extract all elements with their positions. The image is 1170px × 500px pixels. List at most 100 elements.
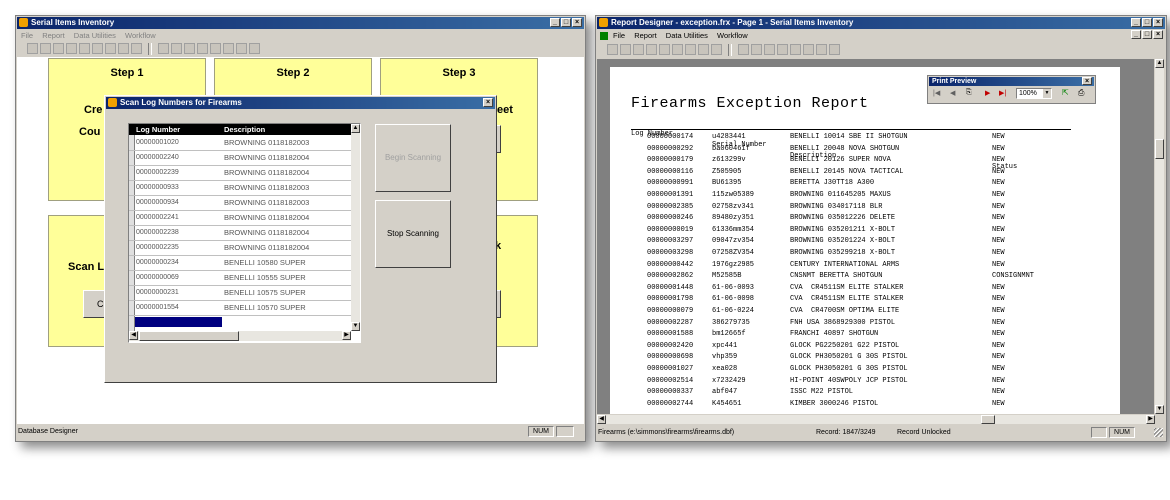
report-tool-icon[interactable] <box>184 43 195 54</box>
col-description-header[interactable]: Description <box>224 124 265 135</box>
menu-data-utilities[interactable]: Data Utilities <box>74 31 116 40</box>
goto-page-icon[interactable]: ⎘ <box>966 89 972 97</box>
data-tool-icon[interactable] <box>197 43 208 54</box>
rd-menu-data-utilities[interactable]: Data Utilities <box>666 31 708 40</box>
prev-page-icon[interactable]: ◀ <box>950 89 955 97</box>
rd-scroll-up-arrow[interactable]: ▲ <box>1155 59 1164 68</box>
grid-vertical-scrollbar[interactable]: ▲ ▼ <box>351 124 360 331</box>
zoom-select[interactable]: 100% ▼ <box>1016 88 1052 99</box>
table-row[interactable]: 00000002239 BROWNING 0118182004 <box>129 165 351 181</box>
rd-print-tool-icon[interactable] <box>698 44 709 55</box>
table-row[interactable]: 00000001554 BENELLI 10570 SUPER <box>129 300 351 316</box>
scroll-left-arrow[interactable]: ◀ <box>129 331 138 340</box>
rd-data-tool-icon[interactable] <box>777 44 788 55</box>
rd-undo-tool-icon[interactable] <box>672 44 683 55</box>
table-row[interactable]: 00000000234 BENELLI 10580 SUPER <box>129 255 351 271</box>
maximize-button[interactable]: □ <box>561 18 571 27</box>
print-tool-icon[interactable] <box>118 43 129 54</box>
print-preview-title-bar[interactable]: Print Preview × <box>929 77 1094 86</box>
menu-report[interactable]: Report <box>42 31 65 40</box>
rd-doc-minimize-button[interactable]: _ <box>1131 30 1141 39</box>
table-row[interactable]: 00000002235 BROWNING 0118182004 <box>129 240 351 256</box>
grid-tool-icon[interactable] <box>171 43 182 54</box>
minimize-button[interactable]: _ <box>550 18 560 27</box>
copy-tool-icon[interactable] <box>66 43 77 54</box>
table-row[interactable]: 00000000933 BROWNING 0118182003 <box>129 180 351 196</box>
rd-scroll-thumb[interactable] <box>1155 139 1164 159</box>
close-preview-icon[interactable]: ⇱ <box>1062 88 1069 97</box>
rd-scroll-right-arrow[interactable]: ▶ <box>1146 415 1155 424</box>
rd-wizard-tool-icon[interactable] <box>790 44 801 55</box>
scroll-down-arrow[interactable]: ▼ <box>351 322 360 331</box>
rd-paste-tool-icon[interactable] <box>659 44 670 55</box>
wizard-tool-icon[interactable] <box>210 43 221 54</box>
menu-workflow[interactable]: Workflow <box>125 31 156 40</box>
table-row[interactable]: 00000000934 BROWNING 0118182003 <box>129 195 351 211</box>
rd-copy-tool-icon[interactable] <box>646 44 657 55</box>
grid-horizontal-scrollbar[interactable]: ◀ ▶ <box>129 331 351 341</box>
next-page-icon[interactable]: ▶ <box>985 89 990 97</box>
dialog-title-bar[interactable]: Scan Log Numbers for Firearms × <box>106 97 495 109</box>
rd-stop-tool-icon[interactable] <box>711 44 722 55</box>
rd-doc-close-button[interactable]: × <box>1153 30 1163 39</box>
stop-scanning-button[interactable]: Stop Scanning <box>375 200 451 268</box>
table-row[interactable]: 00000000231 BENELLI 10575 SUPER <box>129 285 351 301</box>
rd-grid-tool-icon[interactable] <box>751 44 762 55</box>
rd-maximize-button[interactable]: □ <box>1142 18 1152 27</box>
table-row[interactable]: 00000000069 BENELLI 10555 SUPER <box>129 270 351 286</box>
rd-menu-workflow[interactable]: Workflow <box>717 31 748 40</box>
report-row: 00000000174 u4283441 BENELLI 10014 SBE II … <box>610 132 1120 143</box>
rd-hscroll-thumb[interactable] <box>981 415 995 424</box>
rd-redo-tool-icon[interactable] <box>685 44 696 55</box>
begin-scanning-button[interactable]: Begin Scanning <box>375 124 451 192</box>
print-preview-close-button[interactable]: × <box>1082 77 1092 85</box>
scroll-thumb[interactable] <box>139 331 239 341</box>
rd-menu-report[interactable]: Report <box>634 31 657 40</box>
rd-layout-tool-icon[interactable] <box>816 44 827 55</box>
help-tool-icon[interactable] <box>249 43 260 54</box>
rd-close-button[interactable]: × <box>1153 18 1163 27</box>
rd-menu-file[interactable]: File <box>613 31 625 40</box>
rd-window-tool-icon[interactable] <box>803 44 814 55</box>
rd-form-tool-icon[interactable] <box>738 44 749 55</box>
table-row[interactable]: 00000002240 BROWNING 0118182004 <box>129 150 351 166</box>
undo-tool-icon[interactable] <box>92 43 103 54</box>
new-tool-icon[interactable] <box>27 43 38 54</box>
menu-file[interactable]: File <box>21 31 33 40</box>
col-log-number-header[interactable]: Log Number <box>136 124 180 135</box>
resize-grip-icon[interactable] <box>1154 428 1163 437</box>
table-row[interactable]: 00000001020 BROWNING 0118182003 <box>129 135 351 151</box>
rd-horizontal-scrollbar[interactable]: ◀ ▶ <box>597 415 1155 424</box>
first-page-icon[interactable]: |◀ <box>933 89 940 97</box>
rd-scroll-down-arrow[interactable]: ▼ <box>1155 405 1164 414</box>
rd-title-bar[interactable]: Report Designer - exception.frx - Page 1… <box>597 17 1165 29</box>
close-button[interactable]: × <box>572 18 582 27</box>
print-icon[interactable]: ⎙ <box>1078 88 1084 98</box>
paste-tool-icon[interactable] <box>79 43 90 54</box>
title-bar[interactable]: Serial Items Inventory _ □ × <box>17 17 584 29</box>
redo-tool-icon[interactable] <box>105 43 116 54</box>
rd-report-tool-icon[interactable] <box>764 44 775 55</box>
rd-help-tool-icon[interactable] <box>829 44 840 55</box>
table-row[interactable]: 00000002238 BROWNING 0118182004 <box>129 225 351 241</box>
table-row[interactable]: 00000002241 BROWNING 0118182004 <box>129 210 351 226</box>
rd-minimize-button[interactable]: _ <box>1131 18 1141 27</box>
scroll-right-arrow[interactable]: ▶ <box>342 331 351 340</box>
layout-tool-icon[interactable] <box>236 43 247 54</box>
rd-open-tool-icon[interactable] <box>620 44 631 55</box>
rd-new-tool-icon[interactable] <box>607 44 618 55</box>
window-tool-icon[interactable] <box>223 43 234 54</box>
dialog-close-button[interactable]: × <box>483 98 493 107</box>
current-row-highlight[interactable] <box>135 317 222 327</box>
chevron-down-icon[interactable]: ▼ <box>1043 89 1051 98</box>
rd-doc-restore-button[interactable]: □ <box>1142 30 1152 39</box>
scroll-up-arrow[interactable]: ▲ <box>351 124 360 133</box>
form-tool-icon[interactable] <box>158 43 169 54</box>
open-tool-icon[interactable] <box>40 43 51 54</box>
last-page-icon[interactable]: ▶| <box>999 89 1006 97</box>
rd-cut-tool-icon[interactable] <box>633 44 644 55</box>
rd-vertical-scrollbar[interactable]: ▲ ▼ <box>1155 59 1164 414</box>
cut-tool-icon[interactable] <box>53 43 64 54</box>
rd-scroll-left-arrow[interactable]: ◀ <box>597 415 606 424</box>
stop-tool-icon[interactable] <box>131 43 142 54</box>
